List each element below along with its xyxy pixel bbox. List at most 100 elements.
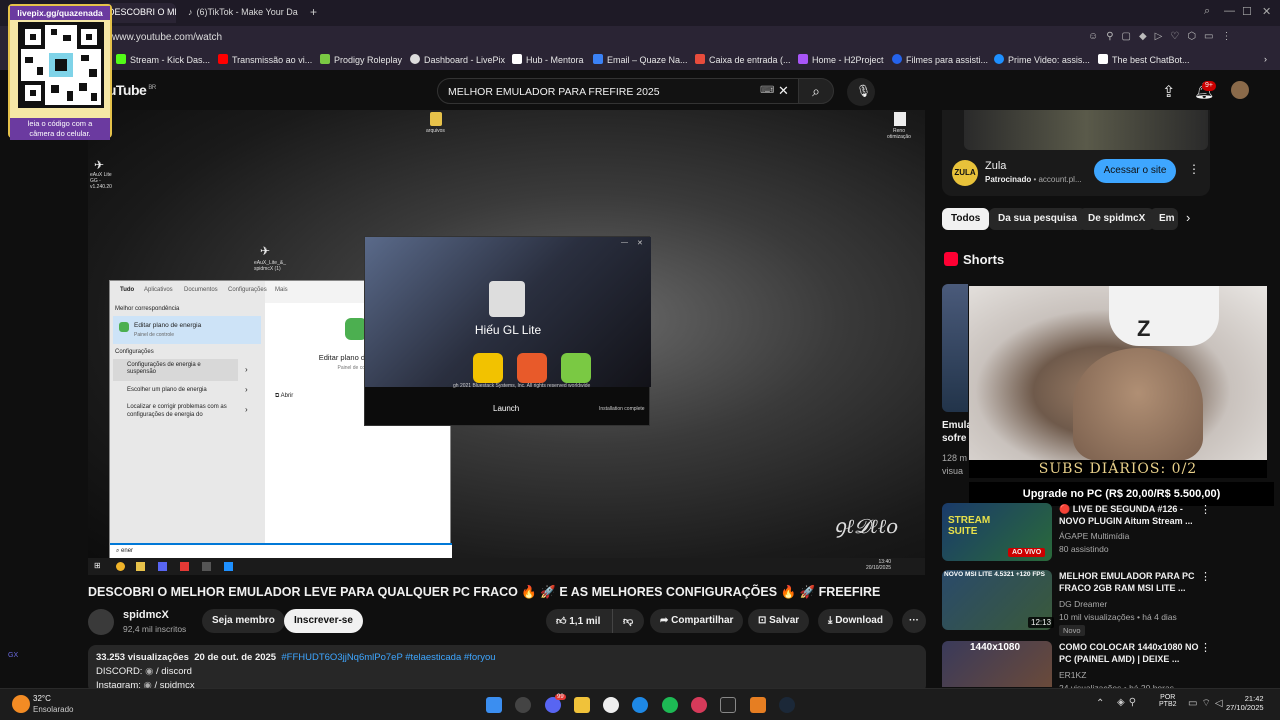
- minimize-icon[interactable]: —: [1224, 5, 1235, 17]
- bookmark-label: Dashboard - LivePix: [424, 55, 506, 65]
- description-box[interactable]: 33.253 visualizações 20 de out. de 2025 …: [88, 645, 926, 693]
- ws-tab[interactable]: Tudo: [120, 287, 134, 293]
- windows-start-icon[interactable]: [486, 697, 502, 713]
- list-item[interactable]: STREAM SUITE AO VIVO 🔴 LIVE DE SEGUNDA #…: [942, 503, 1212, 561]
- open-action[interactable]: ⧉ Abrir: [275, 393, 293, 400]
- more-vert-icon[interactable]: ⋮: [1200, 503, 1211, 516]
- app-icon[interactable]: [720, 697, 736, 713]
- share-button[interactable]: ➦ Compartilhar: [650, 609, 744, 633]
- notification-badge: 9+: [1202, 81, 1216, 91]
- ws-tab[interactable]: Aplicativos: [144, 287, 173, 293]
- chip-from-channel[interactable]: De spidmcX: [1079, 208, 1155, 230]
- short-thumbnail[interactable]: [942, 284, 968, 412]
- ad-cta-button[interactable]: Acessar o site: [1094, 159, 1176, 183]
- weather-temp[interactable]: 32°C: [33, 694, 51, 703]
- best-match-item[interactable]: Editar plano de energia Painel de contro…: [113, 316, 261, 344]
- clear-search-icon[interactable]: ✕: [778, 83, 789, 99]
- join-button[interactable]: Seja membro: [202, 609, 285, 633]
- ws-tab[interactable]: Configurações: [228, 287, 267, 293]
- save-button[interactable]: ⊡ Salvar: [748, 609, 810, 633]
- chevron-right-icon[interactable]: ›: [245, 405, 248, 414]
- search-button[interactable]: ⌕: [798, 78, 834, 104]
- bookmark-youtube-live[interactable]: Transmissão ao vi...: [218, 54, 312, 65]
- url-field[interactable]: www.youtube.com/watch: [112, 32, 222, 43]
- chevron-right-icon[interactable]: ›: [245, 365, 248, 374]
- close-icon[interactable]: ✕: [637, 239, 643, 247]
- bookmark-email[interactable]: Email – Quaze Na...: [593, 54, 688, 65]
- tray-icons[interactable]: ◈⚲: [1117, 697, 1140, 708]
- youtube-logo[interactable]: YouTube BR: [92, 82, 156, 98]
- bookmark-chatbot[interactable]: The best ChatBot...: [1098, 54, 1190, 65]
- edge-icon[interactable]: [632, 697, 648, 713]
- like-button[interactable]: 👍︎ 1,1 mil: [546, 609, 612, 633]
- extension-icons[interactable]: ☺⚲▢◆▷♡⬡▭⋮: [1088, 31, 1240, 42]
- discord-link[interactable]: / discord: [156, 666, 192, 677]
- chevron-right-icon[interactable]: ›: [1186, 210, 1190, 225]
- folder-icon[interactable]: [574, 697, 590, 713]
- weather-desc[interactable]: Ensolarado: [33, 705, 73, 714]
- app-icon[interactable]: [750, 697, 766, 713]
- channel-avatar[interactable]: [88, 609, 114, 635]
- settings-item[interactable]: Escolher um plano de energia: [127, 387, 207, 393]
- ws-tab[interactable]: Mais: [275, 287, 288, 293]
- opera-gx-icon[interactable]: [691, 697, 707, 713]
- spotify-icon[interactable]: [662, 697, 678, 713]
- maximize-icon[interactable]: ☐: [1242, 5, 1252, 18]
- download-button[interactable]: ⤓ Download: [818, 609, 893, 633]
- app-icon[interactable]: [515, 697, 531, 713]
- system-icons[interactable]: ▭⌔◁: [1188, 697, 1227, 710]
- search-input[interactable]: MELHOR EMULADOR PARA FREFIRE 2025 ⌨ ✕: [437, 78, 799, 104]
- system-clock[interactable]: 21:42 27/10/2025: [1226, 694, 1264, 712]
- language-indicator[interactable]: POR PTB2: [1159, 694, 1177, 708]
- settings-heading: Configurações: [115, 349, 154, 355]
- bookmark-livepix[interactable]: Dashboard - LivePix: [410, 54, 505, 65]
- bookmark-h2project[interactable]: Home - H2Project: [798, 54, 884, 65]
- address-bar-row: www.youtube.com/watch ☺⚲▢◆▷♡⬡▭⋮: [0, 26, 1280, 50]
- close-window-icon[interactable]: ✕: [1262, 5, 1271, 18]
- chevron-right-icon[interactable]: ›: [245, 385, 248, 394]
- search-tabs-icon[interactable]: ⌕: [1204, 5, 1210, 18]
- ad-card[interactable]: ZULA Zula Patrocinado • account.pl... Ac…: [942, 110, 1210, 196]
- chair-logo-icon: Z: [1137, 316, 1151, 341]
- desktop-icon-label: eAuX_Lite_&_ spidmcX (1): [254, 260, 286, 272]
- keyboard-icon[interactable]: ⌨: [760, 85, 774, 96]
- more-vert-icon[interactable]: ⋮: [1188, 162, 1200, 176]
- list-item[interactable]: 1440x1080 COMO COLOCAR 1440x1080 NO PC (…: [942, 641, 1212, 693]
- subscribe-button[interactable]: Inscrever-se: [284, 609, 363, 633]
- more-actions-button[interactable]: ···: [902, 609, 926, 633]
- weather-icon[interactable]: [12, 695, 30, 713]
- channel-name[interactable]: spidmcX: [123, 609, 169, 621]
- ws-search-box[interactable]: ⌕ ener: [110, 543, 452, 558]
- bookmark-mentora[interactable]: Hub - Mentora: [512, 54, 584, 65]
- settings-item[interactable]: Localizar e corrigir problemas com as co…: [127, 403, 239, 419]
- windows-taskbar: 32°C Ensolarado 99 ⌃ ◈⚲ POR PTB2 ▭⌔◁ 21:4…: [0, 688, 1280, 720]
- launch-button[interactable]: Launch: [493, 404, 519, 413]
- bookmark-prime[interactable]: Prime Video: assis...: [994, 54, 1090, 65]
- tab-tiktok[interactable]: ♪ (6)TikTok - Make Your Da: [180, 3, 310, 23]
- bookmark-kick[interactable]: Stream - Kick Das...: [116, 54, 210, 65]
- list-item[interactable]: NOVO MSI LITE 4.5321 +120 FPS 12:13 MELH…: [942, 570, 1212, 636]
- bookmark-inbox[interactable]: Caixa de entrada (...: [695, 54, 791, 65]
- github-icon[interactable]: [603, 697, 619, 713]
- more-vert-icon[interactable]: ⋮: [1200, 570, 1211, 583]
- bookmarks-more-icon[interactable]: ›: [1264, 54, 1267, 64]
- chip-from-search[interactable]: Da sua pesquisa: [989, 208, 1086, 230]
- chip-all[interactable]: Todos: [942, 208, 990, 230]
- voice-search-button[interactable]: 🎙︎: [847, 78, 875, 106]
- dislike-button[interactable]: 👎︎: [612, 609, 644, 633]
- settings-item[interactable]: Configurações de energia e suspensão: [113, 359, 238, 381]
- upload-icon[interactable]: ⇪: [1162, 82, 1175, 102]
- new-tab-button[interactable]: +: [310, 5, 317, 19]
- hashtags[interactable]: #FFHUDT6O3jjNq6mlPo7eP #telaesticada #fo…: [281, 652, 495, 663]
- minimize-icon[interactable]: —: [621, 239, 628, 246]
- ws-tab[interactable]: Documentos: [184, 287, 218, 293]
- avatar[interactable]: [1231, 81, 1249, 99]
- bookmark-prodigy[interactable]: Prodigy Roleplay: [320, 54, 402, 65]
- bookmark-filmes[interactable]: Filmes para assisti...: [892, 54, 988, 65]
- chip-more[interactable]: Em: [1150, 208, 1178, 230]
- steam-icon[interactable]: [779, 697, 795, 713]
- chevron-up-icon[interactable]: ⌃: [1096, 698, 1104, 709]
- short-title[interactable]: Emula sofre: [942, 419, 972, 445]
- app-icon: ✈: [260, 244, 271, 258]
- more-vert-icon[interactable]: ⋮: [1200, 641, 1211, 654]
